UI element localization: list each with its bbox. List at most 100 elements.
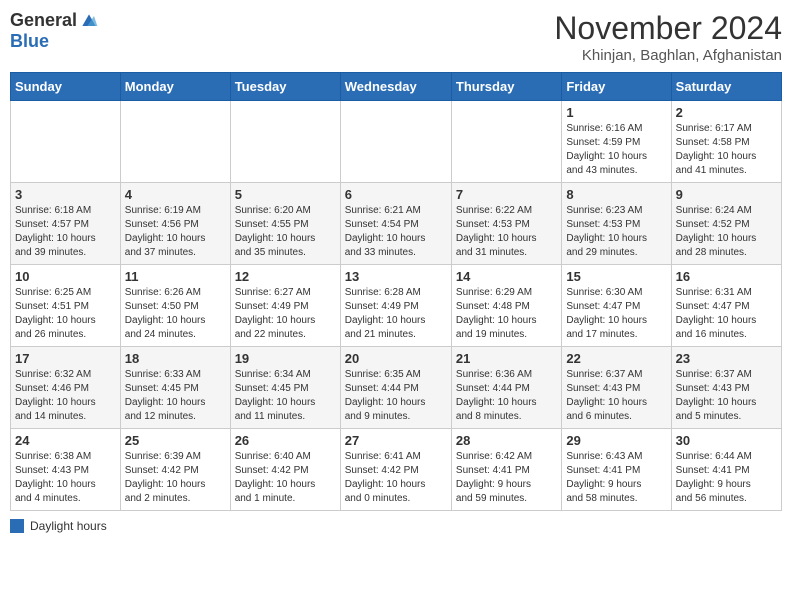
day-info: Sunrise: 6:23 AM Sunset: 4:53 PM Dayligh… — [566, 204, 666, 260]
calendar-day-cell: 14 Sunrise: 6:29 AM Sunset: 4:48 PM Dayli… — [451, 265, 561, 347]
day-info: Sunrise: 6:21 AM Sunset: 4:54 PM Dayligh… — [345, 204, 447, 260]
day-number: 1 — [566, 105, 666, 120]
day-info: Sunrise: 6:20 AM Sunset: 4:55 PM Dayligh… — [235, 204, 336, 260]
calendar-day-cell — [230, 101, 340, 183]
day-info: Sunrise: 6:27 AM Sunset: 4:49 PM Dayligh… — [235, 286, 336, 342]
day-info: Sunrise: 6:24 AM Sunset: 4:52 PM Dayligh… — [676, 204, 777, 260]
weekday-header-cell: Thursday — [451, 73, 561, 101]
day-number: 21 — [456, 351, 557, 366]
day-number: 19 — [235, 351, 336, 366]
day-number: 11 — [125, 269, 226, 284]
day-info: Sunrise: 6:18 AM Sunset: 4:57 PM Dayligh… — [15, 204, 116, 260]
weekday-header-cell: Monday — [120, 73, 230, 101]
day-number: 18 — [125, 351, 226, 366]
calendar-day-cell: 6 Sunrise: 6:21 AM Sunset: 4:54 PM Daylig… — [340, 183, 451, 265]
calendar-day-cell: 1 Sunrise: 6:16 AM Sunset: 4:59 PM Daylig… — [562, 101, 671, 183]
day-number: 13 — [345, 269, 447, 284]
day-info: Sunrise: 6:42 AM Sunset: 4:41 PM Dayligh… — [456, 450, 557, 506]
day-info: Sunrise: 6:32 AM Sunset: 4:46 PM Dayligh… — [15, 368, 116, 424]
calendar-day-cell: 5 Sunrise: 6:20 AM Sunset: 4:55 PM Daylig… — [230, 183, 340, 265]
weekday-header-cell: Wednesday — [340, 73, 451, 101]
day-number: 27 — [345, 433, 447, 448]
calendar-table: SundayMondayTuesdayWednesdayThursdayFrid… — [10, 72, 782, 511]
location-text: Khinjan, Baghlan, Afghanistan — [554, 47, 782, 64]
day-number: 6 — [345, 187, 447, 202]
day-info: Sunrise: 6:28 AM Sunset: 4:49 PM Dayligh… — [345, 286, 447, 342]
day-info: Sunrise: 6:19 AM Sunset: 4:56 PM Dayligh… — [125, 204, 226, 260]
calendar-day-cell: 15 Sunrise: 6:30 AM Sunset: 4:47 PM Dayli… — [562, 265, 671, 347]
day-info: Sunrise: 6:39 AM Sunset: 4:42 PM Dayligh… — [125, 450, 226, 506]
day-number: 24 — [15, 433, 116, 448]
day-number: 20 — [345, 351, 447, 366]
calendar-week-row: 17 Sunrise: 6:32 AM Sunset: 4:46 PM Dayli… — [11, 347, 782, 429]
day-info: Sunrise: 6:30 AM Sunset: 4:47 PM Dayligh… — [566, 286, 666, 342]
calendar-day-cell: 13 Sunrise: 6:28 AM Sunset: 4:49 PM Dayli… — [340, 265, 451, 347]
day-info: Sunrise: 6:31 AM Sunset: 4:47 PM Dayligh… — [676, 286, 777, 342]
calendar-day-cell: 9 Sunrise: 6:24 AM Sunset: 4:52 PM Daylig… — [671, 183, 781, 265]
calendar-day-cell: 10 Sunrise: 6:25 AM Sunset: 4:51 PM Dayli… — [11, 265, 121, 347]
page-header: General Blue November 2024 Khinjan, Bagh… — [10, 10, 782, 64]
day-number: 29 — [566, 433, 666, 448]
logo: General Blue — [10, 10, 99, 52]
calendar-body: 1 Sunrise: 6:16 AM Sunset: 4:59 PM Daylig… — [11, 101, 782, 511]
day-number: 9 — [676, 187, 777, 202]
calendar-week-row: 3Sunrise: 6:18 AM Sunset: 4:57 PM Daylig… — [11, 183, 782, 265]
day-number: 8 — [566, 187, 666, 202]
day-info: Sunrise: 6:43 AM Sunset: 4:41 PM Dayligh… — [566, 450, 666, 506]
calendar-day-cell: 4 Sunrise: 6:19 AM Sunset: 4:56 PM Daylig… — [120, 183, 230, 265]
day-number: 25 — [125, 433, 226, 448]
legend-color-box — [10, 519, 24, 533]
day-info: Sunrise: 6:16 AM Sunset: 4:59 PM Dayligh… — [566, 122, 666, 178]
calendar-day-cell: 18Sunrise: 6:33 AM Sunset: 4:45 PM Dayli… — [120, 347, 230, 429]
weekday-header-row: SundayMondayTuesdayWednesdayThursdayFrid… — [11, 73, 782, 101]
weekday-header-cell: Friday — [562, 73, 671, 101]
day-info: Sunrise: 6:41 AM Sunset: 4:42 PM Dayligh… — [345, 450, 447, 506]
calendar-day-cell: 3Sunrise: 6:18 AM Sunset: 4:57 PM Daylig… — [11, 183, 121, 265]
day-number: 12 — [235, 269, 336, 284]
day-info: Sunrise: 6:37 AM Sunset: 4:43 PM Dayligh… — [676, 368, 777, 424]
calendar-week-row: 10 Sunrise: 6:25 AM Sunset: 4:51 PM Dayli… — [11, 265, 782, 347]
calendar-week-row: 1 Sunrise: 6:16 AM Sunset: 4:59 PM Daylig… — [11, 101, 782, 183]
calendar-day-cell — [11, 101, 121, 183]
day-info: Sunrise: 6:36 AM Sunset: 4:44 PM Dayligh… — [456, 368, 557, 424]
calendar-day-cell — [451, 101, 561, 183]
day-number: 30 — [676, 433, 777, 448]
day-number: 7 — [456, 187, 557, 202]
weekday-header-cell: Saturday — [671, 73, 781, 101]
calendar-day-cell: 26Sunrise: 6:40 AM Sunset: 4:42 PM Dayli… — [230, 429, 340, 511]
day-info: Sunrise: 6:44 AM Sunset: 4:41 PM Dayligh… — [676, 450, 777, 506]
calendar-day-cell: 22 Sunrise: 6:37 AM Sunset: 4:43 PM Dayli… — [562, 347, 671, 429]
calendar-day-cell: 24 Sunrise: 6:38 AM Sunset: 4:43 PM Dayli… — [11, 429, 121, 511]
weekday-header-cell: Tuesday — [230, 73, 340, 101]
day-info: Sunrise: 6:25 AM Sunset: 4:51 PM Dayligh… — [15, 286, 116, 342]
day-info: Sunrise: 6:40 AM Sunset: 4:42 PM Dayligh… — [235, 450, 336, 506]
day-number: 4 — [125, 187, 226, 202]
day-number: 22 — [566, 351, 666, 366]
calendar-day-cell — [340, 101, 451, 183]
day-number: 5 — [235, 187, 336, 202]
calendar-day-cell: 12 Sunrise: 6:27 AM Sunset: 4:49 PM Dayli… — [230, 265, 340, 347]
calendar-day-cell: 27 Sunrise: 6:41 AM Sunset: 4:42 PM Dayli… — [340, 429, 451, 511]
day-number: 23 — [676, 351, 777, 366]
calendar-day-cell: 23 Sunrise: 6:37 AM Sunset: 4:43 PM Dayli… — [671, 347, 781, 429]
day-info: Sunrise: 6:34 AM Sunset: 4:45 PM Dayligh… — [235, 368, 336, 424]
day-info: Sunrise: 6:37 AM Sunset: 4:43 PM Dayligh… — [566, 368, 666, 424]
calendar-day-cell: 28Sunrise: 6:42 AM Sunset: 4:41 PM Dayli… — [451, 429, 561, 511]
weekday-header-cell: Sunday — [11, 73, 121, 101]
day-info: Sunrise: 6:22 AM Sunset: 4:53 PM Dayligh… — [456, 204, 557, 260]
day-info: Sunrise: 6:26 AM Sunset: 4:50 PM Dayligh… — [125, 286, 226, 342]
month-title: November 2024 — [554, 10, 782, 47]
day-number: 15 — [566, 269, 666, 284]
calendar-day-cell: 2Sunrise: 6:17 AM Sunset: 4:58 PM Daylig… — [671, 101, 781, 183]
day-number: 14 — [456, 269, 557, 284]
footer: Daylight hours — [10, 519, 782, 533]
day-number: 17 — [15, 351, 116, 366]
day-info: Sunrise: 6:38 AM Sunset: 4:43 PM Dayligh… — [15, 450, 116, 506]
calendar-day-cell: 8 Sunrise: 6:23 AM Sunset: 4:53 PM Daylig… — [562, 183, 671, 265]
day-info: Sunrise: 6:17 AM Sunset: 4:58 PM Dayligh… — [676, 122, 777, 178]
day-info: Sunrise: 6:35 AM Sunset: 4:44 PM Dayligh… — [345, 368, 447, 424]
day-number: 10 — [15, 269, 116, 284]
day-info: Sunrise: 6:29 AM Sunset: 4:48 PM Dayligh… — [456, 286, 557, 342]
legend-label: Daylight hours — [30, 519, 107, 533]
calendar-day-cell: 17 Sunrise: 6:32 AM Sunset: 4:46 PM Dayli… — [11, 347, 121, 429]
